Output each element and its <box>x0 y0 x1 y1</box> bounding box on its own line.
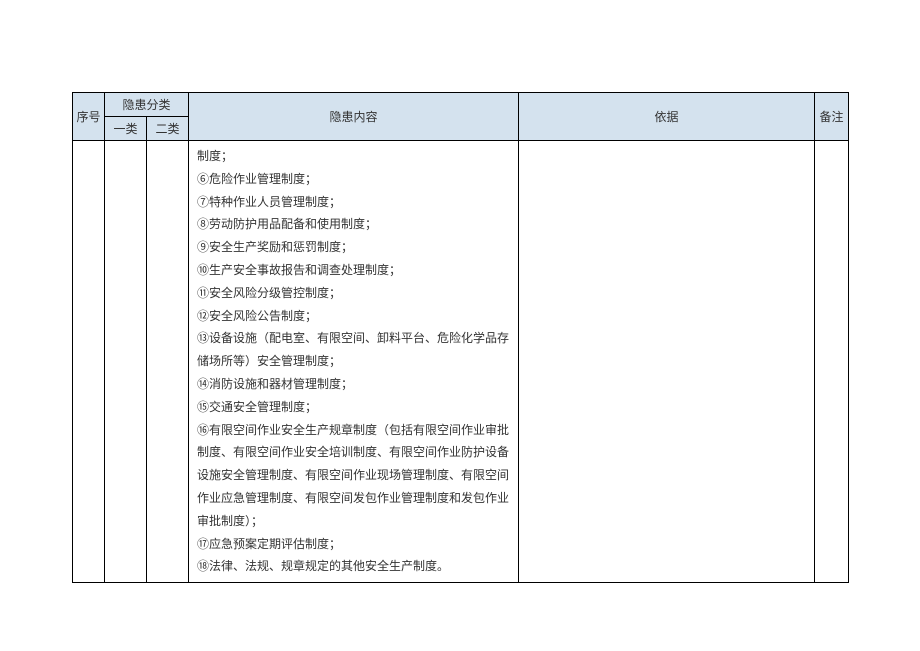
header-cat2: 二类 <box>147 117 189 141</box>
content-line: ⑪安全风险分级管控制度； <box>197 282 510 305</box>
content-line: 制度； <box>197 145 510 168</box>
content-line: ⑬设备设施（配电室、有限空间、卸料平台、危险化学品存储场所等）安全管理制度； <box>197 327 510 373</box>
cell-cat1 <box>105 141 147 583</box>
content-line: ⑰应急预案定期评估制度； <box>197 533 510 556</box>
content-line: ⑥危险作业管理制度； <box>197 168 510 191</box>
header-note: 备注 <box>815 93 849 141</box>
header-basis: 依据 <box>519 93 815 141</box>
content-line: ⑯有限空间作业安全生产规章制度（包括有限空间作业审批制度、有限空间作业安全培训制… <box>197 419 510 533</box>
table-header: 序号 隐患分类 隐患内容 依据 备注 一类 二类 <box>73 93 849 141</box>
content-line: ⑦特种作业人员管理制度； <box>197 191 510 214</box>
cell-cat2 <box>147 141 189 583</box>
header-seq: 序号 <box>73 93 105 141</box>
cell-basis <box>519 141 815 583</box>
header-cat1: 一类 <box>105 117 147 141</box>
content-line: ⑮交通安全管理制度； <box>197 396 510 419</box>
cell-seq <box>73 141 105 583</box>
content-line: ⑨安全生产奖励和惩罚制度； <box>197 236 510 259</box>
hazard-table: 序号 隐患分类 隐患内容 依据 备注 一类 二类 制度； ⑥危险作业管理制度； … <box>72 92 849 583</box>
cell-content: 制度； ⑥危险作业管理制度； ⑦特种作业人员管理制度； ⑧劳动防护用品配备和使用… <box>189 141 519 583</box>
content-line: ⑩生产安全事故报告和调查处理制度； <box>197 259 510 282</box>
cell-note <box>815 141 849 583</box>
content-line: ⑧劳动防护用品配备和使用制度； <box>197 213 510 236</box>
header-content: 隐患内容 <box>189 93 519 141</box>
content-line: ⑫安全风险公告制度； <box>197 305 510 328</box>
header-category: 隐患分类 <box>105 93 189 117</box>
content-line: ⑱法律、法规、规章规定的其他安全生产制度。 <box>197 555 510 578</box>
table-row: 制度； ⑥危险作业管理制度； ⑦特种作业人员管理制度； ⑧劳动防护用品配备和使用… <box>73 141 849 583</box>
content-line: ⑭消防设施和器材管理制度； <box>197 373 510 396</box>
